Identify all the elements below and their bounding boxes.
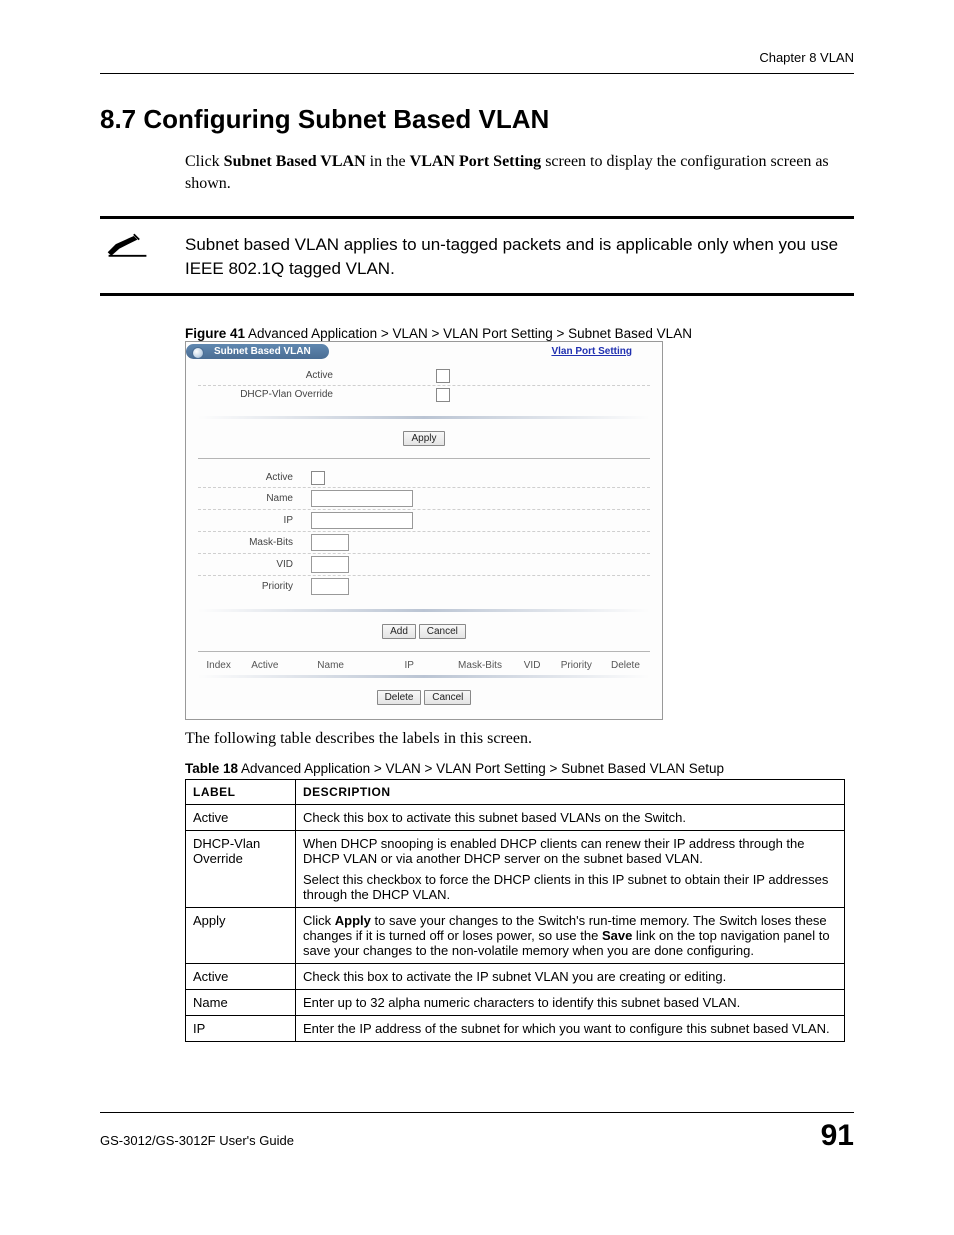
intro-text: in the	[366, 153, 410, 170]
dhcp-override-label: DHCP-Vlan Override	[198, 389, 341, 400]
cell-label: Name	[186, 990, 296, 1016]
section-heading: 8.7 Configuring Subnet Based VLAN	[100, 104, 854, 135]
table-row: Active Check this box to activate this s…	[186, 805, 845, 831]
intro-bold-2: VLAN Port Setting	[410, 153, 542, 170]
form-maskbits-label: Mask-Bits	[198, 537, 311, 548]
note-pen-icon	[100, 231, 155, 264]
cell-label: Active	[186, 805, 296, 831]
footer-page-number: 91	[821, 1119, 854, 1153]
table-row: Active Check this box to activate the IP…	[186, 964, 845, 990]
intro-paragraph: Click Subnet Based VLAN in the VLAN Port…	[185, 151, 854, 194]
form-ip-input[interactable]	[311, 512, 413, 529]
add-button[interactable]: Add	[382, 624, 416, 639]
table-label: Table 18	[185, 761, 238, 776]
cell-desc-bold: Apply	[335, 913, 371, 928]
th-description: Description	[296, 780, 845, 805]
form-priority-label: Priority	[198, 581, 311, 592]
cell-desc: Click Apply to save your changes to the …	[296, 908, 845, 964]
form-vid-label: VID	[198, 559, 311, 570]
add-cancel-row: Add Cancel	[186, 612, 662, 647]
cell-desc: Enter the IP address of the subnet for w…	[296, 1016, 845, 1042]
table-caption-text: Advanced Application > VLAN > VLAN Port …	[238, 761, 724, 776]
cell-label: Active	[186, 964, 296, 990]
table-header-row: Label Description	[186, 780, 845, 805]
chapter-header: Chapter 8 VLAN	[100, 50, 854, 74]
table-row: Name Enter up to 32 alpha numeric charac…	[186, 990, 845, 1016]
note-block: Subnet based VLAN applies to un-tagged p…	[100, 216, 854, 296]
form-section: Active Name IP Mask-Bits VID Priority	[186, 463, 662, 607]
table-row: Apply Click Apply to save your changes t…	[186, 908, 845, 964]
table-row: DHCP-Vlan Override When DHCP snooping is…	[186, 831, 845, 908]
form-maskbits-input[interactable]	[311, 534, 349, 551]
delete-cancel-row: Delete Cancel	[186, 678, 662, 719]
th-index: Index	[198, 660, 239, 671]
form-name-input[interactable]	[311, 490, 413, 507]
cell-label: DHCP-Vlan Override	[186, 831, 296, 908]
form-vid-input[interactable]	[311, 556, 349, 573]
th-label: Label	[186, 780, 296, 805]
page-footer: GS-3012/GS-3012F User's Guide 91	[100, 1112, 854, 1153]
form-active-label: Active	[198, 472, 311, 483]
footer-guide-name: GS-3012/GS-3012F User's Guide	[100, 1133, 294, 1148]
th-maskbits: Mask-Bits	[448, 660, 513, 671]
panel-title-tab: Subnet Based VLAN	[186, 344, 329, 359]
cell-desc-bold: Save	[602, 928, 632, 943]
active-checkbox[interactable]	[436, 369, 450, 383]
th-vid: VID	[512, 660, 551, 671]
form-priority-input[interactable]	[311, 578, 349, 595]
th-ip: IP	[371, 660, 448, 671]
figure-label: Figure 41	[185, 326, 245, 341]
cancel-button[interactable]: Cancel	[419, 624, 466, 639]
screenshot-titlebar: Subnet Based VLAN Vlan Port Setting	[186, 342, 662, 361]
th-priority: Priority	[552, 660, 601, 671]
delete-button[interactable]: Delete	[377, 690, 422, 705]
intro-bold-1: Subnet Based VLAN	[224, 153, 366, 170]
form-name-label: Name	[198, 493, 311, 504]
table-caption: Table 18 Advanced Application > VLAN > V…	[185, 761, 854, 776]
cell-desc-p1: When DHCP snooping is enabled DHCP clien…	[303, 836, 837, 866]
active-label: Active	[198, 370, 341, 381]
table-row: IP Enter the IP address of the subnet fo…	[186, 1016, 845, 1042]
apply-button-row: Apply	[186, 419, 662, 454]
th-active: Active	[239, 660, 290, 671]
cancel-button-2[interactable]: Cancel	[424, 690, 471, 705]
figure-caption: Figure 41 Advanced Application > VLAN > …	[185, 326, 854, 341]
th-delete: Delete	[601, 660, 650, 671]
cell-desc-p2: Select this checkbox to force the DHCP c…	[303, 872, 837, 902]
cell-desc: Enter up to 32 alpha numeric characters …	[296, 990, 845, 1016]
dhcp-override-checkbox[interactable]	[436, 388, 450, 402]
top-settings-section: Active DHCP-Vlan Override	[186, 361, 662, 414]
description-table: Label Description Active Check this box …	[185, 779, 845, 1042]
note-text: Subnet based VLAN applies to un-tagged p…	[155, 231, 854, 281]
cell-label: IP	[186, 1016, 296, 1042]
cell-desc-text: Click	[303, 913, 335, 928]
after-figure-text: The following table describes the labels…	[185, 730, 854, 748]
cell-desc: Check this box to activate the IP subnet…	[296, 964, 845, 990]
form-active-checkbox[interactable]	[311, 471, 325, 485]
vlan-port-setting-link[interactable]: Vlan Port Setting	[551, 346, 632, 357]
cell-desc: Check this box to activate this subnet b…	[296, 805, 845, 831]
apply-button[interactable]: Apply	[403, 431, 444, 446]
th-name: Name	[290, 660, 371, 671]
figure-caption-text: Advanced Application > VLAN > VLAN Port …	[245, 326, 692, 341]
list-table-header: Index Active Name IP Mask-Bits VID Prior…	[186, 656, 662, 673]
divider	[198, 458, 650, 459]
screenshot-panel: Subnet Based VLAN Vlan Port Setting Acti…	[185, 341, 663, 720]
cell-desc: When DHCP snooping is enabled DHCP clien…	[296, 831, 845, 908]
divider	[198, 651, 650, 652]
intro-text: Click	[185, 153, 224, 170]
cell-label: Apply	[186, 908, 296, 964]
form-ip-label: IP	[198, 515, 311, 526]
